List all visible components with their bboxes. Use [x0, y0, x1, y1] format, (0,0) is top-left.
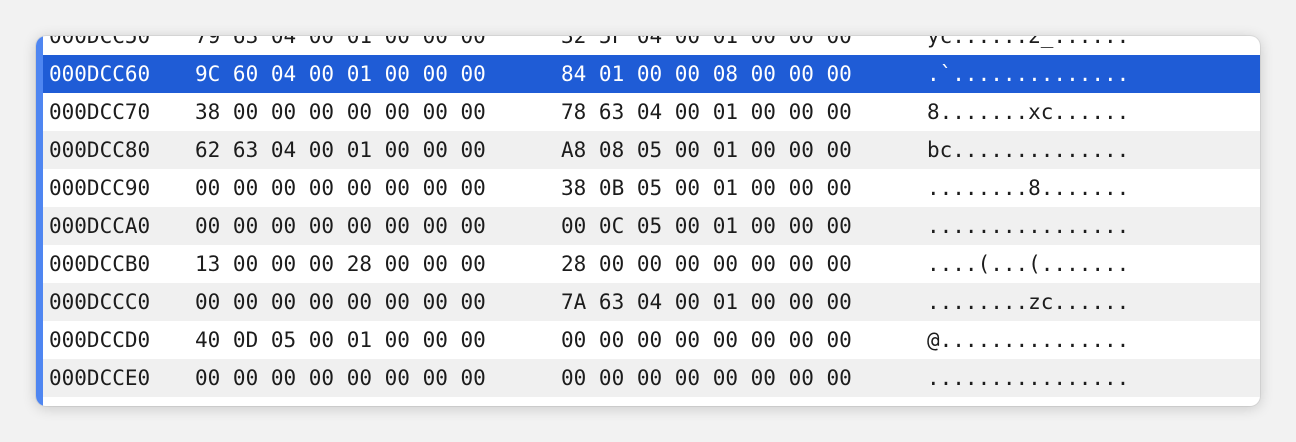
row-hex-group-1: 62 63 04 00 01 00 00 00: [195, 138, 486, 162]
hex-row[interactable]: 000DCC50 79 63 04 00 01 00 00 00 32 5F 0…: [36, 36, 1260, 55]
row-address: 000DCCC0: [49, 290, 151, 314]
row-ascii: bc..............: [927, 138, 1130, 162]
row-ascii: ........8.......: [927, 176, 1130, 200]
hex-row[interactable]: 000DCCC0 00 00 00 00 00 00 00 00 7A 63 0…: [36, 283, 1260, 321]
row-hex-group-2: 13 00 00 00 00 00 00 00: [561, 397, 852, 406]
row-hex-group-1: 79 63 04 00 01 00 00 00: [195, 36, 486, 48]
row-ascii: ................: [927, 214, 1130, 238]
hex-row[interactable]: 000DCCA0 00 00 00 00 00 00 00 00 00 0C 0…: [36, 207, 1260, 245]
row-address: 000DCC50: [49, 36, 151, 48]
row-hex-group-1: 00 00 00 00 00 00 00 00: [195, 397, 486, 406]
row-hex-group-1: 00 00 00 00 00 00 00 00: [195, 214, 486, 238]
row-address: 000DCCA0: [49, 214, 151, 238]
row-hex-group-1: 13 00 00 00 28 00 00 00: [195, 252, 486, 276]
hex-row[interactable]: 000DCCB0 13 00 00 00 28 00 00 00 28 00 0…: [36, 245, 1260, 283]
row-ascii: ........zc......: [927, 290, 1130, 314]
row-hex-group-2: 32 5F 04 00 01 00 00 00: [561, 36, 852, 48]
row-address: 000DCCF0: [49, 397, 150, 406]
hex-row[interactable]: 000DCCF0 00 00 00 00 00 00 00 00 13 00 0…: [36, 397, 1260, 406]
row-ascii: yc......2_......: [927, 36, 1130, 48]
row-hex-group-2: 78 63 04 00 01 00 00 00: [561, 100, 852, 124]
row-hex-group-2: 00 00 00 00 00 00 00 00: [561, 328, 852, 352]
hex-row[interactable]: 000DCCE0 00 00 00 00 00 00 00 00 00 00 0…: [36, 359, 1260, 397]
row-hex-group-2: 84 01 00 00 08 00 00 00: [561, 62, 852, 86]
row-hex-group-1: 00 00 00 00 00 00 00 00: [195, 290, 486, 314]
row-hex-group-1: 38 00 00 00 00 00 00 00: [195, 100, 486, 124]
row-ascii: 8.......xc......: [927, 100, 1130, 124]
row-ascii: .`..............: [927, 62, 1130, 86]
row-hex-group-1: 00 00 00 00 00 00 00 00: [195, 366, 486, 390]
row-ascii: ....(...(.......: [927, 252, 1130, 276]
row-hex-group-2: 7A 63 04 00 01 00 00 00: [561, 290, 852, 314]
row-ascii: ................: [927, 397, 1129, 406]
hex-rows: 000DCC50 79 63 04 00 01 00 00 00 32 5F 0…: [36, 36, 1260, 406]
row-address: 000DCCB0: [49, 252, 151, 276]
row-address: 000DCC90: [49, 176, 151, 200]
row-hex-group-2: A8 08 05 00 01 00 00 00: [561, 138, 852, 162]
row-hex-group-2: 00 0C 05 00 01 00 00 00: [561, 214, 852, 238]
row-hex-group-1: 9C 60 04 00 01 00 00 00: [195, 62, 486, 86]
row-address: 000DCC70: [49, 100, 151, 124]
row-hex-group-1: 40 0D 05 00 01 00 00 00: [195, 328, 486, 352]
row-address: 000DCCE0: [49, 366, 151, 390]
row-ascii: @...............: [927, 328, 1130, 352]
hex-row[interactable]: 000DCC80 62 63 04 00 01 00 00 00 A8 08 0…: [36, 131, 1260, 169]
hex-row[interactable]: 000DCC90 00 00 00 00 00 00 00 00 38 0B 0…: [36, 169, 1260, 207]
row-hex-group-2: 28 00 00 00 00 00 00 00: [561, 252, 852, 276]
row-hex-group-1: 00 00 00 00 00 00 00 00: [195, 176, 486, 200]
row-address: 000DCCD0: [49, 328, 151, 352]
row-address: 000DCC80: [49, 138, 151, 162]
accent-bar: [36, 36, 43, 406]
hex-editor-view[interactable]: 000DCC50 79 63 04 00 01 00 00 00 32 5F 0…: [36, 36, 1260, 406]
hex-row[interactable]: 000DCCD0 40 0D 05 00 01 00 00 00 00 00 0…: [36, 321, 1260, 359]
row-hex-group-2: 00 00 00 00 00 00 00 00: [561, 366, 852, 390]
row-hex-group-2: 38 0B 05 00 01 00 00 00: [561, 176, 852, 200]
hex-row[interactable]: 000DCC70 38 00 00 00 00 00 00 00 78 63 0…: [36, 93, 1260, 131]
row-address: 000DCC60: [49, 62, 151, 86]
hex-row-selected[interactable]: 000DCC60 9C 60 04 00 01 00 00 00 84 01 0…: [36, 55, 1260, 93]
row-ascii: ................: [927, 366, 1130, 390]
